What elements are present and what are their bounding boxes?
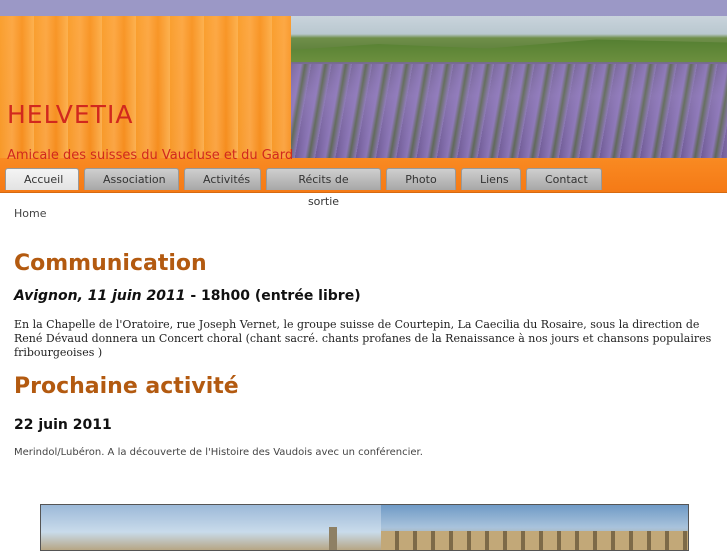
breadcrumb: Home [14,207,713,221]
aqueduct-arches [381,531,688,550]
site-title: HELVETIA [7,100,134,129]
nav-tab-liens[interactable]: Liens [461,168,521,190]
next-activity-date: 22 juin 2011 [14,417,112,433]
main-nav-bar: Accueil Association Activités Récits de … [0,158,727,208]
communication-heading: Communication [14,251,207,276]
banner-orange-panel [0,16,291,158]
nav-tab-accueil[interactable]: Accueil [5,168,79,190]
main-content: Home Communication Avignon, 11 juin 2011… [0,207,727,458]
gallery-photo-village[interactable] [41,505,381,550]
nav-tab-activites[interactable]: Activités [184,168,261,190]
nav-tab-association[interactable]: Association [84,168,179,190]
photo-gallery [40,504,689,551]
lavender-field-photo [291,16,727,158]
lavender-rows [291,64,727,158]
communication-event-line: Avignon, 11 juin 2011 - 18h00 (entrée li… [14,288,713,304]
communication-text: En la Chapelle de l'Oratoire, rue Joseph… [14,318,712,359]
site-subtitle: Amicale des suisses du Vaucluse et du Ga… [7,148,294,163]
event-place-date: Avignon, 11 juin 2011 [14,288,186,304]
nav-tab-contact[interactable]: Contact [526,168,602,190]
nav-tab-recits-de-sortie[interactable]: Récits de sortie [266,168,381,208]
main-nav: Accueil Association Activités Récits de … [5,168,607,208]
hills-shape [291,39,727,62]
gallery-photo-aqueduct[interactable] [381,505,688,550]
top-band [0,0,727,16]
tower-shape [329,527,337,550]
next-activity-heading: Prochaine activité [14,374,239,399]
nav-tab-photo[interactable]: Photo [386,168,456,190]
next-activity-text: Merindol/Lubéron. A la découverte de l'H… [14,447,423,458]
event-time: - 18h00 (entrée libre) [185,288,361,304]
breadcrumb-home-link[interactable]: Home [14,207,46,220]
header-banner: HELVETIA Amicale des suisses du Vaucluse… [0,16,727,163]
